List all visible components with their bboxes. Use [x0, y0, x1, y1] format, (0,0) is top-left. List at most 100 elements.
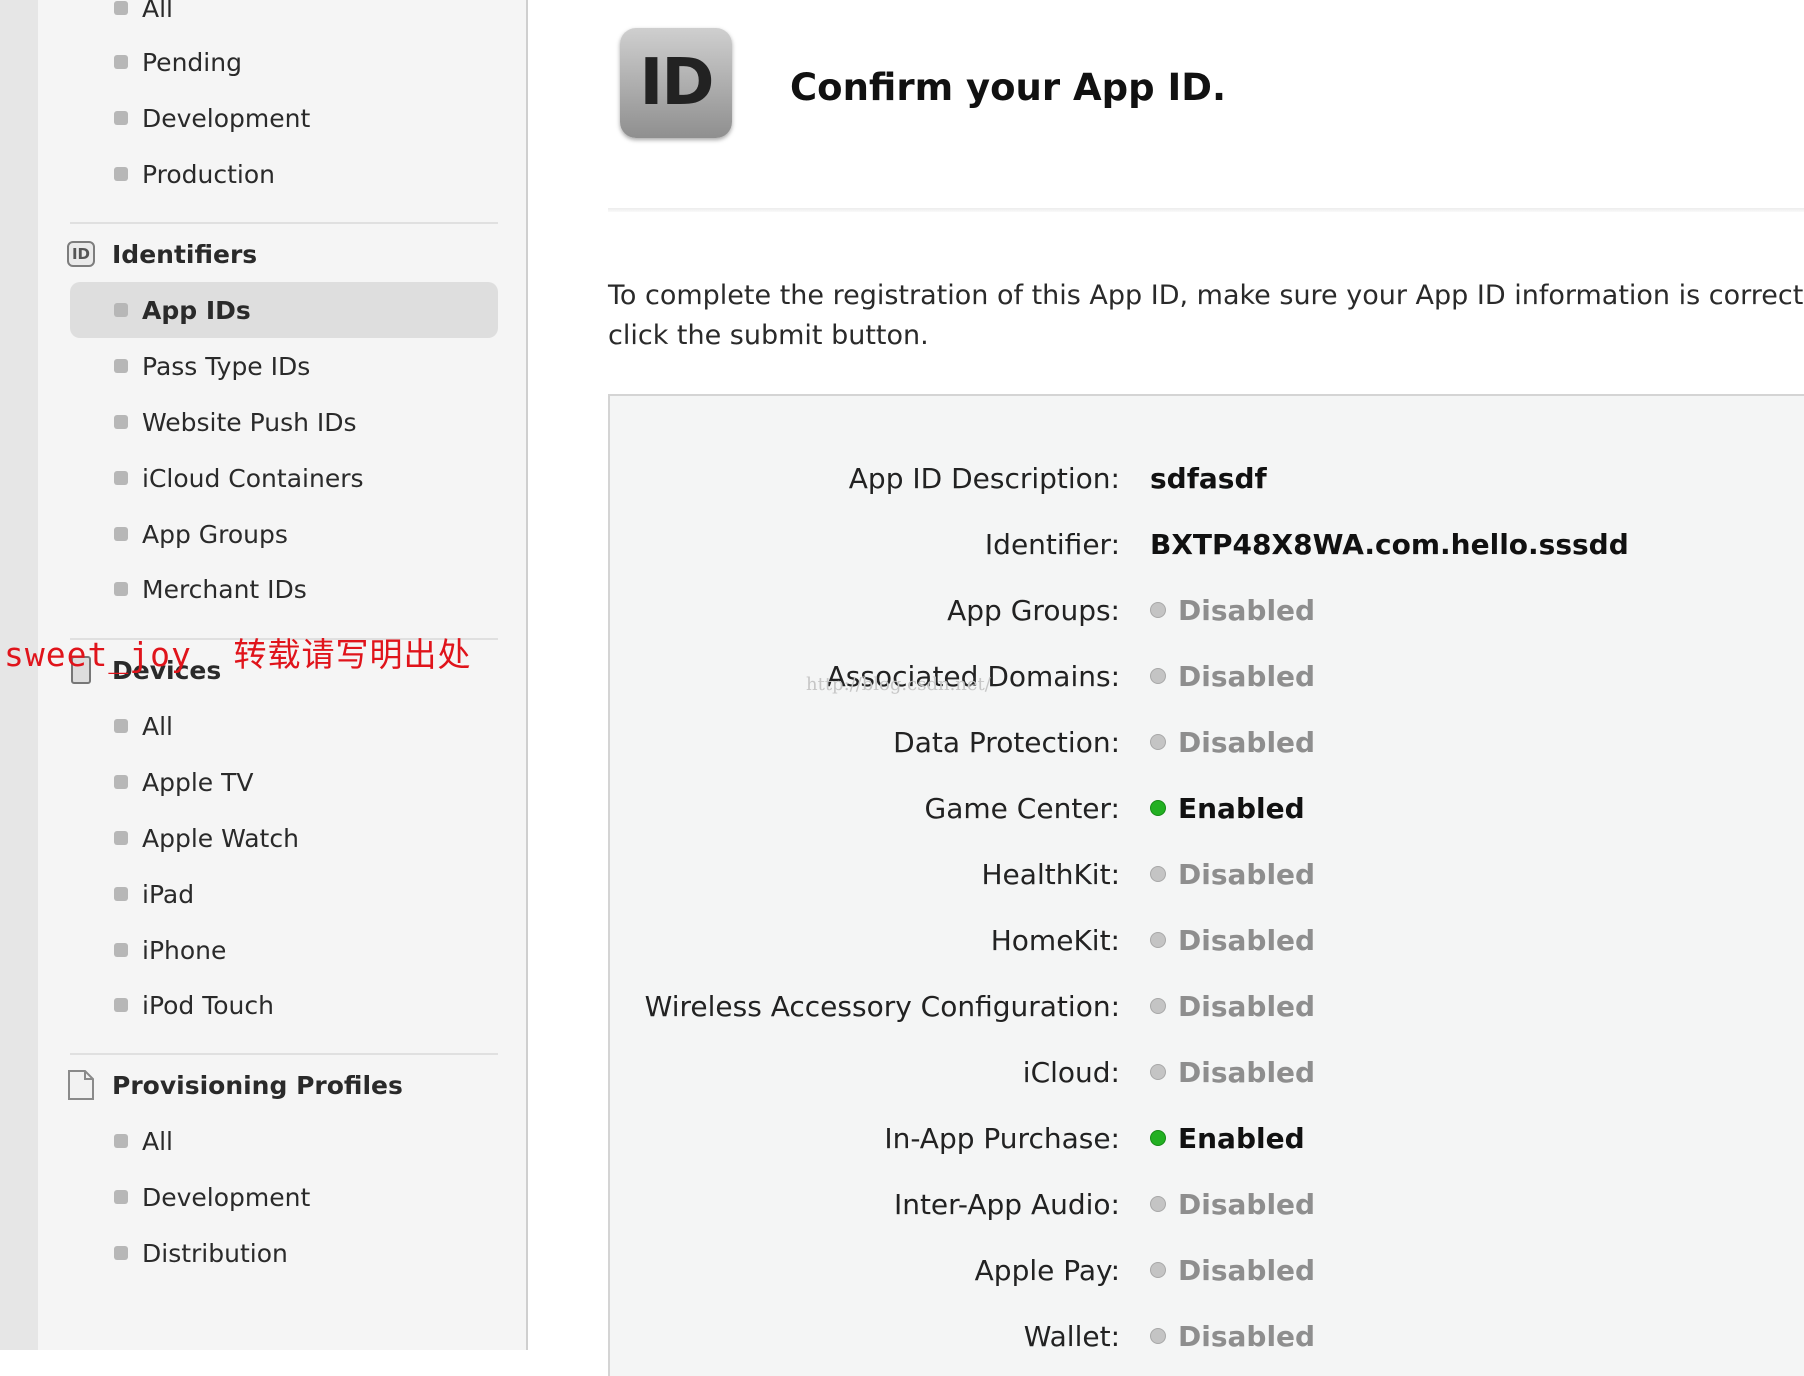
sidebar-item-pass-type-ids[interactable]: Pass Type IDs — [70, 338, 498, 394]
enabled-status-icon — [1150, 1130, 1166, 1146]
detail-label: In-App Purchase: — [884, 1121, 1120, 1155]
watermark-url: http://blog.csdn.net/ — [806, 674, 991, 695]
detail-value: Enabled — [1150, 1122, 1305, 1155]
sidebar-item-devices-all[interactable]: All — [70, 698, 498, 754]
detail-value: Disabled — [1150, 594, 1315, 627]
detail-value-text: sdfasdf — [1150, 461, 1267, 495]
disabled-status-icon — [1150, 932, 1166, 948]
detail-label: Inter-App Audio: — [893, 1187, 1120, 1221]
detail-row: HomeKit: Disabled — [610, 915, 1804, 965]
sidebar-item-label: All — [142, 1126, 173, 1156]
section-title: Identifiers — [112, 239, 258, 269]
detail-value: sdfasdf — [1150, 462, 1267, 495]
detail-row: Associated Domains: Disabled — [610, 651, 1804, 701]
detail-row: Game Center: Enabled — [610, 783, 1804, 833]
bullet-icon — [114, 471, 128, 485]
detail-value-text: Disabled — [1178, 659, 1316, 693]
sidebar-item-apple-watch[interactable]: Apple Watch — [70, 810, 498, 866]
bullet-icon — [114, 359, 128, 373]
detail-row: In-App Purchase: Enabled — [610, 1113, 1804, 1163]
detail-value-text: Disabled — [1178, 1055, 1316, 1089]
detail-value-text: Disabled — [1178, 725, 1316, 759]
sidebar-item-label: App Groups — [142, 519, 288, 549]
detail-value: Disabled — [1150, 858, 1315, 891]
bullet-icon — [114, 167, 128, 181]
bullet-icon — [114, 111, 128, 125]
detail-value: Disabled — [1150, 1188, 1315, 1221]
sidebar-item-app-groups[interactable]: App Groups — [70, 506, 498, 562]
detail-label: Wallet: — [1023, 1319, 1120, 1353]
detail-value: Enabled — [1150, 792, 1305, 825]
sidebar-item-certificates-pending[interactable]: Pending — [70, 34, 498, 90]
detail-value-text: BXTP48X8WA.com.hello.sssdd — [1150, 527, 1629, 561]
detail-value-text: Disabled — [1178, 1319, 1316, 1353]
detail-label: Data Protection: — [893, 725, 1120, 759]
detail-row: Inter-App Audio: Disabled — [610, 1179, 1804, 1229]
sidebar-item-ipad[interactable]: iPad — [70, 866, 498, 922]
sidebar-item-ipod-touch[interactable]: iPod Touch — [70, 977, 498, 1033]
sidebar-item-label: Apple Watch — [142, 823, 299, 853]
intro-text: To complete the registration of this App… — [608, 280, 1804, 351]
sidebar-item-certificates-all[interactable]: All — [70, 0, 498, 36]
detail-value-text: Enabled — [1178, 791, 1305, 825]
sidebar-item-certificates-production[interactable]: Production — [70, 146, 498, 202]
sidebar-item-label: Development — [142, 1182, 311, 1212]
detail-value: Disabled — [1150, 726, 1315, 759]
header-divider — [608, 208, 1804, 212]
detail-value-text: Disabled — [1178, 989, 1316, 1023]
bullet-icon — [114, 775, 128, 789]
sidebar-item-profiles-development[interactable]: Development — [70, 1169, 498, 1225]
app-id-icon: ID — [620, 28, 732, 138]
section-header-provisioning-profiles: Provisioning Profiles — [66, 1065, 403, 1105]
page-title: Confirm your App ID. — [790, 66, 1227, 109]
detail-row: App Groups: Disabled — [610, 585, 1804, 635]
sidebar-item-profiles-distribution[interactable]: Distribution — [70, 1225, 498, 1281]
sidebar-item-merchant-ids[interactable]: Merchant IDs — [70, 561, 498, 617]
sidebar-item-label: iPhone — [142, 935, 227, 965]
main-content: ID Confirm your App ID. To complete the … — [528, 0, 1804, 1376]
detail-label: App Groups: — [947, 593, 1120, 627]
bullet-icon — [114, 943, 128, 957]
sidebar-item-website-push-ids[interactable]: Website Push IDs — [70, 394, 498, 450]
sidebar-item-profiles-all[interactable]: All — [70, 1113, 498, 1169]
detail-value: Disabled — [1150, 990, 1315, 1023]
detail-value-text: Disabled — [1178, 857, 1316, 891]
disabled-status-icon — [1150, 602, 1166, 618]
sidebar-item-app-ids[interactable]: App IDs — [70, 282, 498, 338]
bullet-icon — [114, 1246, 128, 1260]
bullet-icon — [114, 998, 128, 1012]
sidebar-item-iphone[interactable]: iPhone — [70, 922, 498, 978]
enabled-status-icon — [1150, 800, 1166, 816]
sidebar-item-label: Apple TV — [142, 767, 254, 797]
bullet-icon — [114, 887, 128, 901]
bullet-icon — [114, 1190, 128, 1204]
detail-value-text: Disabled — [1178, 593, 1316, 627]
sidebar-item-label: All — [142, 0, 173, 23]
sidebar-item-apple-tv[interactable]: Apple TV — [70, 754, 498, 810]
detail-label: Game Center: — [924, 791, 1120, 825]
detail-value-text: Disabled — [1178, 923, 1316, 957]
detail-row: HealthKit: Disabled — [610, 849, 1804, 899]
sidebar-item-icloud-containers[interactable]: iCloud Containers — [70, 450, 498, 506]
sidebar-item-certificates-development[interactable]: Development — [70, 90, 498, 146]
sidebar-item-label: Pass Type IDs — [142, 351, 311, 381]
disabled-status-icon — [1150, 1196, 1166, 1212]
bullet-icon — [114, 55, 128, 69]
detail-value: Disabled — [1150, 1056, 1315, 1089]
bullet-icon — [114, 527, 128, 541]
detail-value-text: Disabled — [1178, 1187, 1316, 1221]
detail-label: Apple Pay: — [974, 1253, 1120, 1287]
sidebar-item-label: iPod Touch — [142, 990, 274, 1020]
detail-row: iCloud: Disabled — [610, 1047, 1804, 1097]
bullet-icon — [114, 1, 128, 15]
detail-label: Wireless Accessory Configuration: — [644, 989, 1120, 1023]
detail-row: Apple Pay: Disabled — [610, 1245, 1804, 1295]
detail-value-text: Enabled — [1178, 1121, 1305, 1155]
sidebar-item-label: App IDs — [142, 295, 251, 325]
detail-row: Wallet: Disabled — [610, 1311, 1804, 1361]
bullet-icon — [114, 719, 128, 733]
disabled-status-icon — [1150, 998, 1166, 1014]
detail-label: iCloud: — [1022, 1055, 1120, 1089]
disabled-status-icon — [1150, 1064, 1166, 1080]
detail-value: BXTP48X8WA.com.hello.sssdd — [1150, 528, 1629, 561]
